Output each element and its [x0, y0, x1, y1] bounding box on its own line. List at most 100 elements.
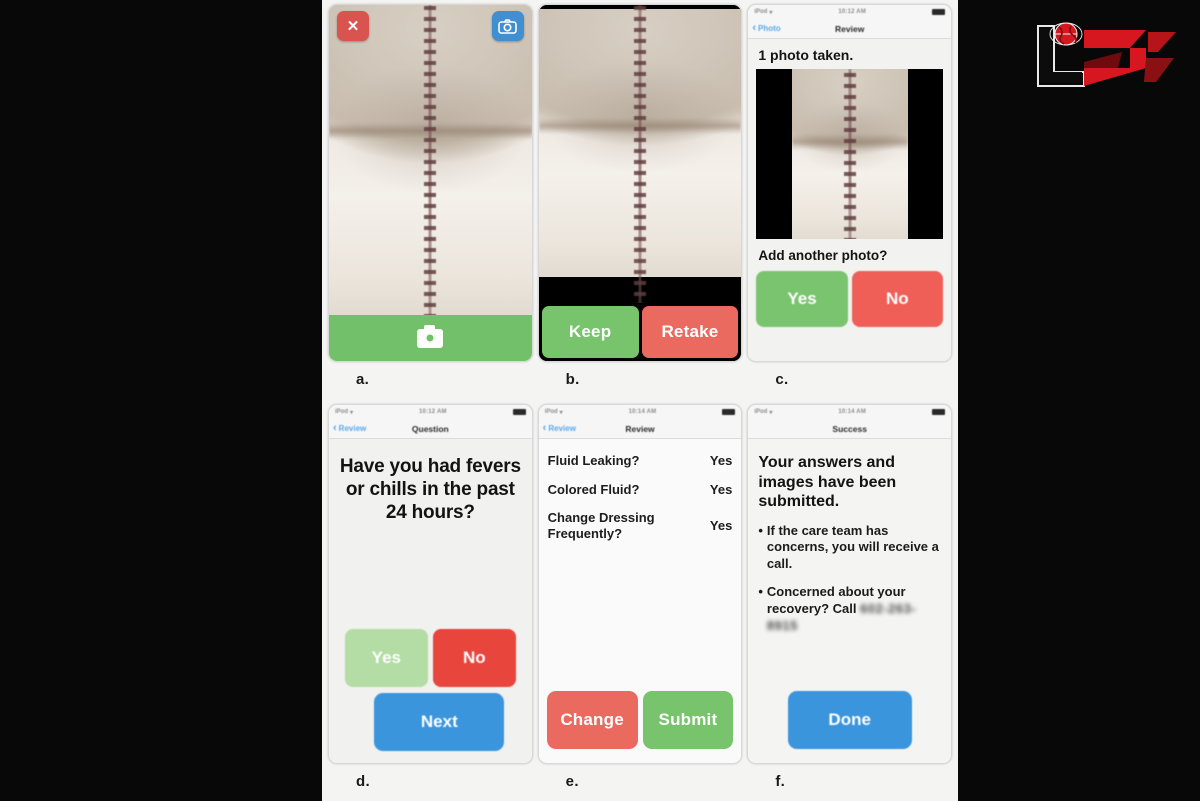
figure-panel-d: iPod ▾ 10:12 AM ‹ Review Question Have y…	[328, 404, 533, 799]
status-bar: iPod ▾ 10:14 AM	[538, 405, 742, 419]
phone-screen-answer-review: iPod ▾ 10:14 AM ‹ Review Review Fluid Le…	[537, 404, 743, 764]
carrier-label: iPod	[544, 409, 558, 415]
status-bar-time: 10:14 AM	[838, 409, 867, 415]
answer-question: Colored Fluid?	[547, 481, 640, 497]
no-button[interactable]: No	[851, 271, 944, 327]
figure-panel-e: iPod ▾ 10:14 AM ‹ Review Review Fluid Le…	[537, 404, 743, 799]
phone-screen-photo-review: iPod ▾ 10:12 AM ‹ Photo Review 1 photo t…	[747, 4, 953, 362]
wifi-icon: ▾	[350, 409, 354, 416]
change-button[interactable]: Change	[546, 691, 638, 749]
add-photo-question: Add another photo?	[758, 248, 888, 263]
question-body: Have you had fevers or chills in the pas…	[329, 439, 532, 763]
wifi-icon: ▾	[769, 9, 773, 16]
carrier-label: iPod	[754, 9, 768, 15]
nav-title: Review	[625, 423, 655, 434]
screenshot-root: ✕ a. Keep Retake b. iPod ▾ 10:12 AM ‹ Ph…	[0, 0, 1200, 801]
bullet-text: If the care team has concerns, you will …	[766, 522, 939, 572]
nav-title: Success	[832, 423, 867, 434]
photo-count-heading: 1 photo taken.	[758, 47, 854, 63]
panel-caption-a: a.	[356, 371, 370, 388]
photo-thumbnail[interactable]	[756, 69, 944, 239]
answer-value: Yes	[709, 518, 733, 534]
status-bar: iPod ▾ 10:12 AM	[748, 5, 952, 19]
yes-no-actions: Yes No	[337, 629, 524, 687]
no-button[interactable]: No	[432, 629, 516, 687]
panel-caption-d: d.	[356, 773, 370, 790]
figure-row-top: ✕ a. Keep Retake b. iPod ▾ 10:12 AM ‹ Ph…	[328, 4, 953, 404]
battery-icon	[512, 409, 526, 415]
answer-value: Yes	[709, 453, 733, 469]
list-item: • If the care team has concerns, you wil…	[758, 523, 941, 574]
review-actions: Change Submit	[539, 691, 742, 763]
surgical-staples	[843, 69, 856, 239]
surgical-staples	[634, 5, 646, 303]
shutter-button[interactable]	[329, 315, 532, 361]
success-bullets: • If the care team has concerns, you wil…	[758, 523, 941, 646]
nav-bar: ‹ Review Question	[329, 419, 532, 439]
list-item[interactable]: Colored Fluid? Yes	[548, 476, 733, 505]
answer-question: Fluid Leaking?	[547, 453, 640, 468]
battery-icon	[932, 409, 945, 415]
figure-panel-a: ✕ a.	[328, 4, 533, 404]
retake-button[interactable]: Retake	[641, 306, 739, 358]
next-action-row: Next	[337, 693, 524, 763]
photo-confirm-actions: Keep Retake	[538, 303, 742, 361]
close-icon[interactable]: ✕	[337, 11, 369, 41]
photo-review-body: 1 photo taken. Add another photo? Yes No	[748, 39, 952, 361]
figure-row-bottom: iPod ▾ 10:12 AM ‹ Review Question Have y…	[328, 404, 953, 799]
figure-panel-b: Keep Retake b.	[537, 4, 743, 404]
carrier-label: iPod	[335, 409, 348, 415]
answer-value: Yes	[709, 481, 733, 497]
yes-button[interactable]: Yes	[344, 629, 428, 687]
wifi-icon: ▾	[559, 409, 563, 416]
phone-screen-camera: ✕	[328, 4, 533, 362]
bullet-icon: •	[758, 584, 763, 600]
nav-title: Review	[835, 23, 865, 34]
surgical-staples	[424, 5, 437, 315]
answer-list: Fluid Leaking? Yes Colored Fluid? Yes Ch…	[539, 439, 742, 548]
list-item[interactable]: Fluid Leaking? Yes	[548, 447, 733, 476]
figure-panel-c: iPod ▾ 10:12 AM ‹ Photo Review 1 photo t…	[747, 4, 953, 404]
photo-thumbnail-inner	[791, 69, 908, 239]
figure-sheet: ✕ a. Keep Retake b. iPod ▾ 10:12 AM ‹ Ph…	[322, 0, 958, 801]
submit-button[interactable]: Submit	[642, 691, 734, 749]
status-bar-time: 10:14 AM	[628, 409, 657, 415]
panel-caption-e: e.	[565, 773, 579, 790]
yes-button[interactable]: Yes	[756, 271, 848, 327]
done-action-row: Done	[758, 691, 941, 763]
status-bar-left: iPod ▾	[754, 409, 772, 416]
phone-screen-question: iPod ▾ 10:12 AM ‹ Review Question Have y…	[328, 404, 533, 764]
camera-flip-icon[interactable]	[491, 11, 524, 41]
phone-screen-success: iPod ▾ 10:14 AM Success Your answers and…	[747, 404, 953, 764]
battery-icon	[932, 9, 945, 15]
list-item: • Concerned about your recovery? Call 60…	[758, 584, 941, 635]
nav-bar: ‹ Review Review	[538, 419, 742, 439]
yes-no-actions: Yes No	[756, 271, 944, 331]
next-button[interactable]: Next	[374, 693, 505, 751]
answer-review-body: Fluid Leaking? Yes Colored Fluid? Yes Ch…	[538, 439, 742, 763]
bullet-icon: •	[758, 522, 763, 538]
camera-icon	[417, 324, 444, 348]
status-bar-left: iPod ▾	[545, 409, 563, 416]
nav-bar: Success	[748, 419, 952, 439]
success-heading: Your answers and images have been submit…	[758, 454, 897, 511]
wifi-icon: ▾	[769, 409, 773, 416]
nav-title: Question	[411, 423, 449, 434]
battery-icon	[722, 409, 736, 415]
answer-question: Change Dressing Frequently?	[547, 510, 655, 541]
status-bar: iPod ▾ 10:12 AM	[329, 405, 532, 419]
bullet-text-with-phone: Concerned about your recovery? Call 602-…	[767, 584, 941, 635]
list-item[interactable]: Change Dressing Frequently? Yes	[548, 504, 733, 548]
captured-photo-preview	[538, 5, 742, 303]
figure-panel-f: iPod ▾ 10:14 AM Success Your answers and…	[747, 404, 953, 799]
keep-button[interactable]: Keep	[541, 306, 639, 358]
status-bar-time: 10:12 AM	[418, 409, 447, 415]
status-bar-left: iPod ▾	[335, 409, 353, 416]
globe-icon	[1049, 22, 1083, 46]
question-text: Have you had fevers or chills in the pas…	[339, 456, 521, 524]
success-body: Your answers and images have been submit…	[748, 439, 952, 763]
done-button[interactable]: Done	[787, 691, 912, 749]
